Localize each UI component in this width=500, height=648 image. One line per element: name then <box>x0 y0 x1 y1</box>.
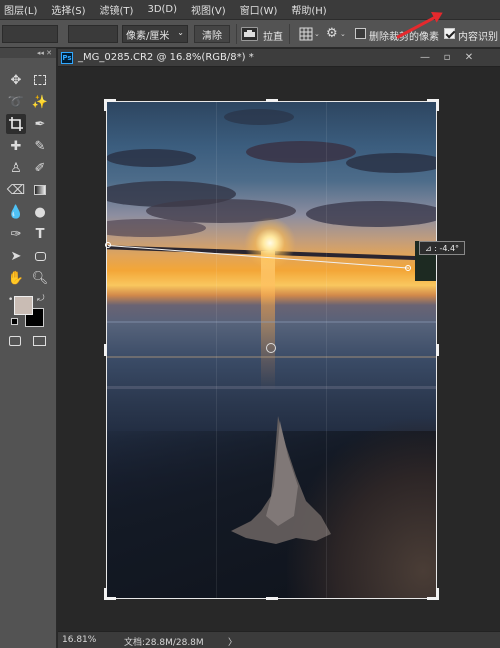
brush-tool-icon[interactable]: ✎ <box>30 136 50 156</box>
path-selection-icon[interactable]: ➤ <box>6 246 26 266</box>
document-tab[interactable]: Ps _MG_0285.CR2 @ 16.8%(RGB/8*) * — ▫ ✕ <box>58 49 500 67</box>
photoshop-file-icon: Ps <box>61 52 73 64</box>
document-size: 文档:28.8M/28.8M <box>124 638 204 648</box>
gear-icon[interactable]: ⚙ <box>326 27 340 41</box>
crop-handle-bottom-left[interactable] <box>104 588 107 600</box>
screen-mode-icon[interactable] <box>33 336 46 346</box>
menu-view[interactable]: 视图(V) <box>191 2 226 17</box>
straighten-label[interactable]: 拉直 <box>263 28 283 43</box>
crop-height-field[interactable] <box>68 25 118 43</box>
foreground-color-swatch[interactable] <box>14 296 33 315</box>
default-colors-icon[interactable] <box>11 318 18 325</box>
chevron-down-icon[interactable]: ⌄ <box>340 30 346 38</box>
crop-handle-top-right[interactable] <box>436 99 439 111</box>
toolbox: ◂◂ ✕ ✥ ➰ ✨ ✒ ✚ ✎ ♙ ✐ ⌫ 💧 ● ✑ T ➤ ✋ 🔍︎ ••… <box>0 48 57 648</box>
lasso-tool-icon[interactable]: ➰ <box>6 92 26 112</box>
quick-mask-icon[interactable] <box>9 336 21 346</box>
angle-readout: ⊿ : -4.4° <box>419 241 465 255</box>
menu-help[interactable]: 帮助(H) <box>291 2 326 17</box>
chevron-down-icon[interactable]: ⌄ <box>314 30 320 38</box>
unit-select-value: 像素/厘米 <box>126 30 170 42</box>
grid-overlay-icon[interactable] <box>298 26 314 42</box>
angle-readout-value: ⊿ : -4.4° <box>424 243 460 253</box>
dodge-tool-icon[interactable]: ● <box>30 202 50 222</box>
straighten-icon[interactable] <box>241 27 258 41</box>
content-aware-checkbox[interactable] <box>444 28 455 39</box>
status-bar: 16.81% 文档:28.8M/28.8M 〉 <box>58 631 500 648</box>
zoom-level[interactable]: 16.81% <box>62 635 96 645</box>
healing-brush-icon[interactable]: ✚ <box>6 136 26 156</box>
crop-center-crosshair <box>266 343 276 353</box>
swap-colors-icon[interactable]: ⤾ <box>37 294 45 304</box>
toolbox-header[interactable]: ◂◂ ✕ <box>0 48 56 58</box>
delete-cropped-label[interactable]: 删除裁剪的像素 <box>369 28 439 43</box>
straighten-end-point[interactable] <box>405 265 411 271</box>
clear-button[interactable]: 清除 <box>194 25 230 43</box>
crop-handle-top-left[interactable] <box>104 99 107 111</box>
menu-3d[interactable]: 3D(D) <box>147 4 177 15</box>
chevron-down-icon: ⌄ <box>177 28 184 37</box>
eyedropper-icon[interactable]: ✒ <box>30 114 50 134</box>
menu-filter[interactable]: 滤镜(T) <box>100 2 134 17</box>
chevron-right-icon[interactable]: 〉 <box>228 635 237 648</box>
content-aware-label[interactable]: 内容识别 <box>458 28 498 43</box>
collapse-icon[interactable]: ◂◂ ✕ <box>37 49 52 57</box>
shape-tool-icon[interactable] <box>30 246 50 266</box>
zoom-tool-icon[interactable]: 🔍︎ <box>30 268 50 288</box>
clear-label: 清除 <box>202 30 222 42</box>
crop-handle-left[interactable] <box>104 344 107 356</box>
blur-tool-icon[interactable]: 💧 <box>6 202 26 222</box>
type-tool-icon[interactable]: T <box>30 224 50 244</box>
divider <box>236 24 237 44</box>
eraser-icon[interactable]: ⌫ <box>6 180 26 200</box>
crop-width-field[interactable] <box>2 25 58 43</box>
restore-icon[interactable]: ▫ <box>440 51 454 64</box>
divider <box>289 24 290 44</box>
history-brush-icon[interactable]: ✐ <box>30 158 50 178</box>
straighten-start-point[interactable] <box>105 242 111 248</box>
magic-wand-icon[interactable]: ✨ <box>30 92 50 112</box>
crop-handle-bottom[interactable] <box>266 597 278 600</box>
menu-window[interactable]: 窗口(W) <box>240 2 278 17</box>
delete-cropped-checkbox[interactable] <box>355 28 366 39</box>
crop-handle-bottom-right[interactable] <box>436 588 439 600</box>
menu-bar: 图层(L) 选择(S) 滤镜(T) 3D(D) 视图(V) 窗口(W) 帮助(H… <box>0 0 500 20</box>
menu-select[interactable]: 选择(S) <box>51 2 85 17</box>
crop-handle-right[interactable] <box>436 344 439 356</box>
crop-handle-top[interactable] <box>266 99 278 102</box>
minimize-icon[interactable]: — <box>418 51 432 64</box>
unit-select[interactable]: 像素/厘米 ⌄ <box>122 25 188 43</box>
marquee-tool-icon[interactable] <box>30 70 50 90</box>
menu-layer[interactable]: 图层(L) <box>4 2 37 17</box>
gradient-icon[interactable] <box>30 180 50 200</box>
clone-stamp-icon[interactable]: ♙ <box>6 158 26 178</box>
hand-tool-icon[interactable]: ✋ <box>6 268 26 288</box>
close-icon[interactable]: ✕ <box>462 51 476 64</box>
document-title[interactable]: _MG_0285.CR2 @ 16.8%(RGB/8*) * <box>78 52 254 63</box>
ps-badge-label: Ps <box>62 54 72 62</box>
move-tool-icon[interactable]: ✥ <box>6 70 26 90</box>
crop-tool-icon[interactable] <box>6 114 26 134</box>
pen-tool-icon[interactable]: ✑ <box>6 224 26 244</box>
